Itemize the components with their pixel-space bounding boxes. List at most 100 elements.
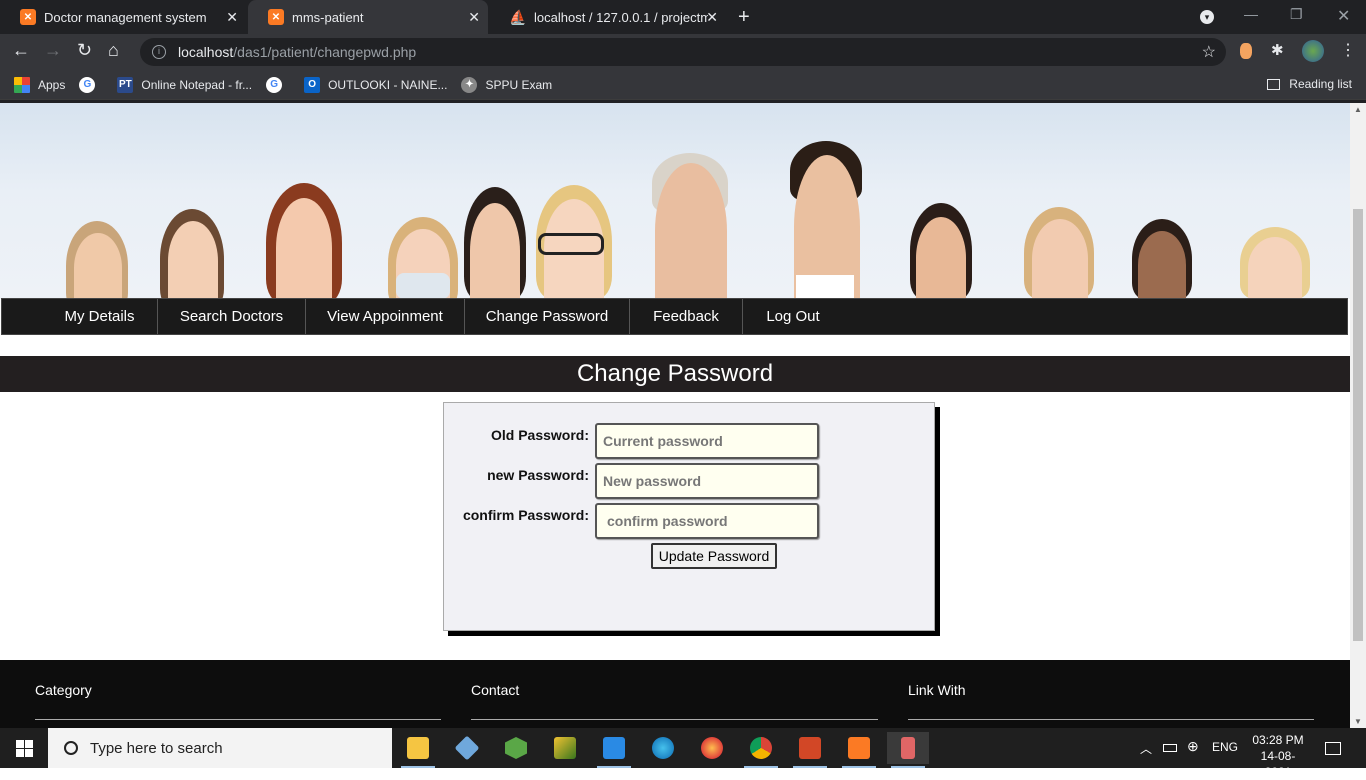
site-info-icon[interactable]: i	[152, 45, 166, 59]
footer-link-with-heading: Link With	[908, 682, 966, 698]
bookmark-star-icon[interactable]: ☆	[1202, 42, 1216, 62]
edge-app[interactable]	[642, 732, 684, 764]
pt-icon: PT	[117, 76, 134, 93]
reload-icon[interactable]: ↻	[77, 40, 92, 61]
bookmark-sppu[interactable]: ✦ SPPU Exam	[461, 76, 552, 93]
bookmarks-bar: Apps G PT Online Notepad - fr... G O OUT…	[0, 70, 1366, 100]
edge-icon	[652, 737, 674, 759]
xampp-icon	[848, 737, 870, 759]
clock-date: 14-08-2021	[1260, 749, 1296, 779]
pin-icon	[901, 737, 915, 759]
reading-list[interactable]: Reading list	[1267, 77, 1352, 91]
tab-phpmyadmin[interactable]: ⛵ localhost / 127.0.0.1 / projectmm ✕	[490, 0, 726, 34]
close-tab-icon[interactable]: ✕	[706, 9, 718, 26]
tab-title: mms-patient	[292, 9, 364, 25]
new-password-label: new Password:	[487, 467, 589, 483]
change-password-form: Old Password: Current password new Passw…	[443, 402, 935, 631]
snip-icon	[554, 737, 576, 759]
taskbar-search[interactable]: Type here to search	[48, 728, 392, 768]
tab-doctor-management[interactable]: ✕ Doctor management system ✕	[0, 0, 246, 34]
url-host: localhost	[178, 44, 234, 60]
battery-icon[interactable]	[1163, 744, 1177, 752]
reading-list-label: Reading list	[1289, 77, 1352, 91]
node-app[interactable]	[495, 732, 537, 764]
virtualbox-app[interactable]	[446, 732, 488, 764]
bookmark-apps[interactable]: Apps	[14, 76, 66, 93]
vscode-icon	[603, 737, 625, 759]
nav-search-doctors[interactable]: Search Doctors	[158, 299, 306, 334]
minimize-icon[interactable]: —	[1244, 6, 1258, 22]
scrollbar-thumb[interactable]	[1353, 209, 1363, 641]
reading-list-icon	[1267, 78, 1281, 90]
update-password-button[interactable]: Update Password	[651, 543, 777, 569]
xampp-app[interactable]	[838, 732, 880, 768]
chevron-up-icon[interactable]: ︿	[1140, 740, 1152, 757]
snipping-app[interactable]	[544, 732, 586, 764]
powerpoint-app[interactable]	[789, 732, 831, 768]
url-path: /das1/patient/changepwd.php	[233, 44, 417, 60]
bookmark-outlook[interactable]: O OUTLOOKI - NAINE...	[304, 76, 448, 93]
restore-icon[interactable]: ❐	[1290, 6, 1303, 23]
sppu-icon: ✦	[461, 76, 478, 93]
nav-feedback[interactable]: Feedback	[630, 299, 743, 334]
avatar[interactable]	[1302, 40, 1324, 62]
chrome-app[interactable]	[740, 732, 782, 768]
browser-toolbar: ← → ↻ ⌂ i localhost/das1/patient/changep…	[0, 34, 1366, 70]
search-icon	[64, 741, 78, 755]
close-window-icon[interactable]: ✕	[1337, 6, 1350, 26]
bookmark-online-notepad[interactable]: PT Online Notepad - fr...	[117, 76, 252, 93]
file-explorer-app[interactable]	[397, 732, 439, 768]
xampp-icon: ✕	[268, 9, 284, 25]
forward-icon[interactable]: →	[44, 40, 62, 61]
nav-change-password[interactable]: Change Password	[465, 299, 630, 334]
page-scrollbar[interactable]: ▲ ▼	[1350, 103, 1366, 728]
nav-log-out[interactable]: Log Out	[743, 299, 843, 334]
network-globe-icon[interactable]: ⊕	[1187, 738, 1199, 755]
bookmark-google-1[interactable]: G	[79, 76, 103, 93]
scroll-up-icon[interactable]: ▲	[1354, 105, 1362, 114]
home-icon[interactable]: ⌂	[108, 40, 119, 61]
notifications-icon[interactable]	[1325, 742, 1341, 755]
nav-view-appointment[interactable]: View Appoinment	[306, 299, 465, 334]
bookmark-label: Apps	[38, 77, 66, 92]
nav-my-details[interactable]: My Details	[42, 299, 158, 334]
vscode-app[interactable]	[593, 732, 635, 768]
bookmark-label: OUTLOOKI - NAINE...	[328, 77, 448, 92]
windows-logo-icon	[15, 739, 33, 757]
footer-contact-heading: Contact	[471, 682, 520, 698]
google-icon: G	[79, 76, 96, 93]
language-indicator[interactable]: ENG	[1212, 740, 1238, 754]
start-button[interactable]	[0, 728, 48, 768]
main-nav: My Details Search Doctors View Appoinmen…	[1, 298, 1348, 335]
feedback-app[interactable]	[887, 732, 929, 768]
close-tab-icon[interactable]: ✕	[226, 9, 238, 26]
taskbar-search-placeholder: Type here to search	[90, 739, 223, 757]
tab-mms-patient[interactable]: ✕ mms-patient ✕	[248, 0, 488, 34]
new-password-field[interactable]: New password	[595, 463, 819, 499]
bookmark-google-2[interactable]: G	[266, 76, 290, 93]
folder-icon	[407, 737, 429, 759]
confirm-password-field[interactable]: confirm password	[595, 503, 819, 539]
menu-kebab-icon[interactable]: ⋮	[1340, 40, 1356, 59]
old-password-label: Old Password:	[490, 427, 589, 443]
footer: Category Contact Link With	[0, 660, 1350, 728]
cube-icon	[454, 735, 480, 761]
tab-strip: ✕ Doctor management system ✕ ✕ mms-patie…	[0, 0, 1366, 34]
puzzle-extensions-icon[interactable]: ✱	[1271, 41, 1287, 59]
new-tab-icon[interactable]: +	[738, 6, 750, 29]
confirm-password-label: confirm Password:	[462, 507, 589, 523]
old-password-field[interactable]: Current password	[595, 423, 819, 459]
tab-title: localhost / 127.0.0.1 / projectmm	[534, 9, 708, 25]
chrome-icon	[750, 737, 772, 759]
hexagon-icon	[505, 737, 527, 759]
tab-search-icon[interactable]: ▾	[1200, 10, 1214, 24]
scroll-down-icon[interactable]: ▼	[1354, 717, 1362, 726]
outlook-icon: O	[304, 76, 321, 93]
address-bar[interactable]: i localhost/das1/patient/changepwd.php ☆	[140, 38, 1226, 66]
back-icon[interactable]: ←	[12, 40, 30, 61]
firefox-icon	[701, 737, 723, 759]
close-tab-icon[interactable]: ✕	[468, 9, 480, 26]
clock[interactable]: 03:28 PM 14-08-2021	[1248, 732, 1308, 780]
firefox-app[interactable]	[691, 732, 733, 764]
extension-icon[interactable]	[1240, 43, 1252, 59]
